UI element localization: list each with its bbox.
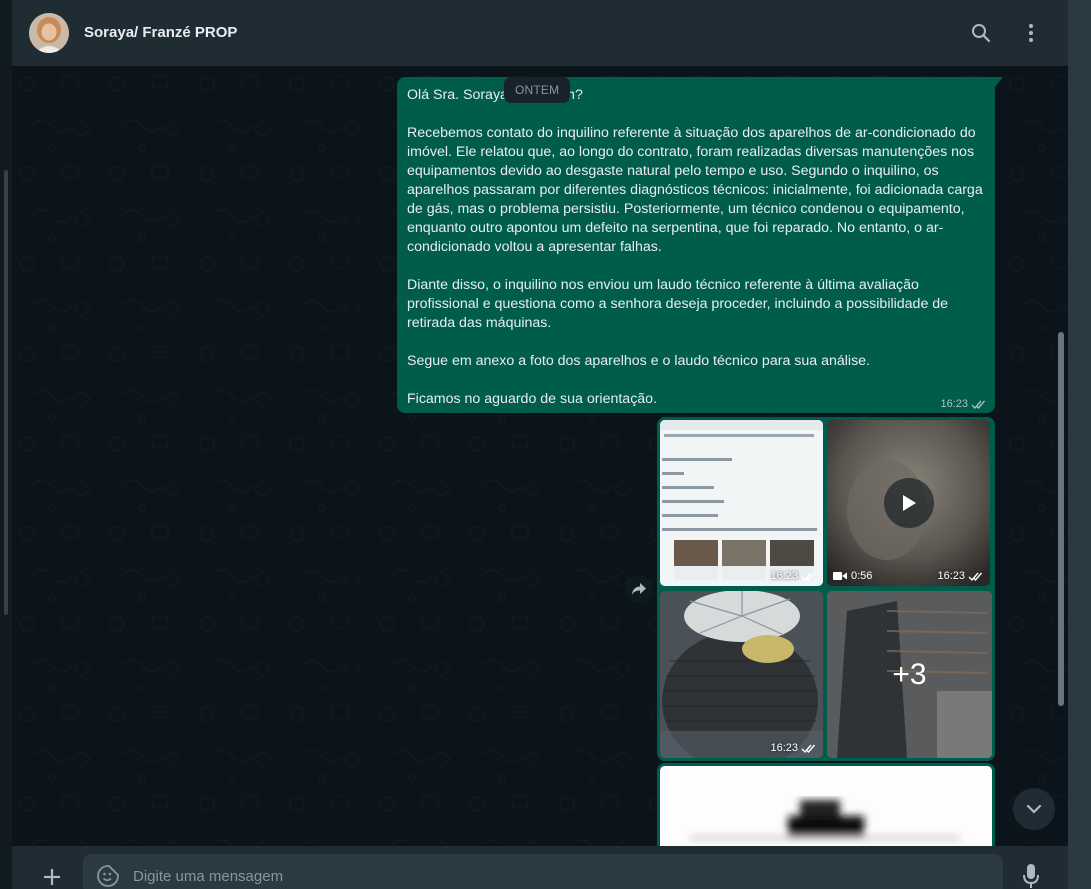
date-divider: ONTEM bbox=[504, 77, 571, 103]
double-check-icon bbox=[801, 744, 816, 753]
message-paragraph: Segue em anexo a foto dos aparelhos e o … bbox=[407, 353, 870, 369]
album-tile-video[interactable]: 0:56 16:23 bbox=[827, 420, 990, 586]
message-paragraph: Diante disso, o inquilino nos enviou um … bbox=[407, 277, 949, 331]
chat-scrollbar[interactable] bbox=[1058, 332, 1064, 706]
document-thumbnail bbox=[660, 420, 823, 586]
tile-meta: 16:23 bbox=[937, 570, 984, 582]
tile-meta: 16:23 bbox=[770, 570, 817, 582]
chat-header[interactable]: Soraya/ Franzé PROP bbox=[12, 0, 1068, 66]
album-tile-document[interactable]: 16:23 bbox=[660, 420, 823, 586]
chat-pane[interactable]: Olá Sra. Soraya, tudo bem? Recebemos con… bbox=[12, 66, 1068, 846]
tile-time: 16:23 bbox=[770, 570, 798, 582]
album-tile-more[interactable]: +3 bbox=[827, 591, 992, 758]
duration-label: 0:56 bbox=[851, 570, 873, 582]
chevron-down-icon bbox=[1026, 804, 1042, 814]
ac-unit-photo bbox=[660, 591, 823, 758]
search-icon[interactable] bbox=[969, 21, 993, 45]
more-vertical-icon[interactable] bbox=[1019, 21, 1043, 45]
album-tile-photo[interactable]: 16:23 bbox=[660, 591, 823, 758]
message-time: 16:23 bbox=[940, 398, 968, 410]
right-panel-edge bbox=[1068, 0, 1091, 889]
message-input-box[interactable] bbox=[83, 854, 1003, 889]
more-media-count: +3 bbox=[827, 591, 992, 758]
document-message[interactable] bbox=[657, 763, 995, 846]
double-check-icon bbox=[968, 572, 983, 581]
contact-avatar[interactable] bbox=[29, 13, 69, 53]
plus-icon[interactable] bbox=[40, 865, 64, 889]
message-paragraph: Ficamos no aguardo de sua orientação. bbox=[407, 391, 658, 407]
outgoing-message[interactable]: Olá Sra. Soraya, tudo bem? Recebemos con… bbox=[397, 77, 1003, 413]
double-check-icon bbox=[801, 572, 816, 581]
message-paragraph: Recebemos contato do inquilino referente… bbox=[407, 125, 983, 255]
message-input[interactable] bbox=[133, 854, 983, 889]
play-icon bbox=[903, 495, 916, 511]
bubble-tail bbox=[995, 77, 1003, 87]
double-check-icon bbox=[971, 400, 986, 409]
tile-time: 16:23 bbox=[937, 570, 965, 582]
sticker-icon[interactable] bbox=[96, 864, 120, 888]
microphone-icon[interactable] bbox=[1019, 863, 1043, 889]
message-meta: 16:23 bbox=[940, 398, 987, 410]
contact-name[interactable]: Soraya/ Franzé PROP bbox=[84, 24, 237, 41]
message-paragraph: Olá Sra. Soraya, tudo bem? bbox=[407, 87, 583, 103]
tile-time: 16:23 bbox=[770, 742, 798, 754]
video-camera-icon bbox=[833, 572, 847, 580]
forward-icon bbox=[632, 583, 646, 595]
play-button[interactable] bbox=[884, 478, 934, 528]
document-preview-image bbox=[660, 766, 992, 846]
video-duration: 0:56 bbox=[833, 570, 872, 582]
forward-button[interactable] bbox=[625, 575, 653, 603]
scroll-to-bottom-button[interactable] bbox=[1013, 788, 1055, 830]
left-scrollbar[interactable] bbox=[4, 170, 8, 615]
tile-meta: 16:23 bbox=[770, 742, 817, 754]
document-preview[interactable] bbox=[660, 766, 992, 846]
media-album[interactable]: 16:23 0:56 16:23 16:23 +3 bbox=[657, 417, 995, 761]
message-composer bbox=[12, 846, 1068, 889]
